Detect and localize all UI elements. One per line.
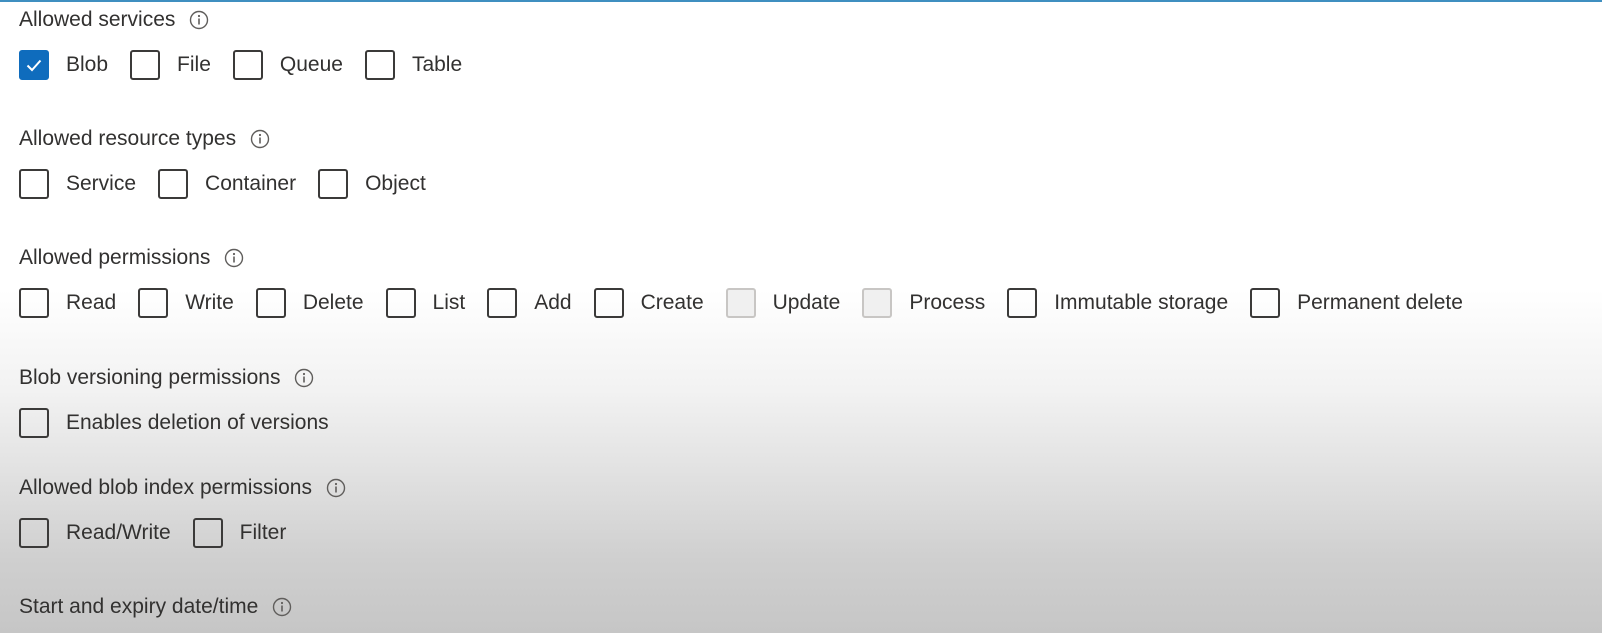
option-label: Write — [185, 291, 234, 314]
option-label: Read — [66, 291, 117, 314]
checkmark-icon — [26, 59, 42, 72]
option-enables-deletion-of-versions[interactable]: Enables deletion of versions — [19, 408, 329, 438]
option-process: Process — [862, 288, 985, 318]
option-create[interactable]: Create — [593, 288, 704, 318]
blob-versioning-permissions-section: Blob versioning permissions Enables dele… — [19, 365, 351, 440]
file-checkbox[interactable] — [130, 50, 161, 80]
section-heading-blob-versioning-permissions: Blob versioning permissions — [19, 365, 351, 391]
update-checkbox — [725, 288, 756, 318]
allowed-blob-index-permissions-section: Allowed blob index permissions Read/Writ… — [19, 475, 346, 550]
option-label: Queue — [279, 53, 343, 76]
option-label: Update — [772, 291, 841, 314]
option-label: Delete — [302, 291, 364, 314]
section-title: Blob versioning permissions — [19, 366, 281, 389]
section-title: Allowed blob index permissions — [19, 476, 312, 499]
immutable-storage-checkbox[interactable] — [1007, 288, 1038, 318]
section-heading-allowed-resource-types: Allowed resource types — [19, 126, 448, 152]
service-checkbox[interactable] — [19, 169, 49, 199]
options-allowed-services: Blob File Queue Table — [19, 48, 484, 82]
option-label: Service — [66, 172, 137, 195]
section-heading-allowed-services: Allowed services — [19, 7, 484, 33]
delete-checkbox[interactable] — [255, 288, 286, 318]
option-file[interactable]: File — [130, 50, 211, 80]
read-checkbox[interactable] — [19, 288, 49, 318]
blob-checkbox[interactable] — [19, 50, 49, 80]
option-label: List — [432, 291, 466, 314]
enables-deletion-of-versions-checkbox[interactable] — [19, 408, 49, 438]
option-read[interactable]: Read — [19, 288, 116, 318]
option-permanent-delete[interactable]: Permanent delete — [1250, 288, 1463, 318]
info-icon[interactable] — [224, 248, 244, 268]
section-title: Allowed services — [19, 8, 176, 31]
list-checkbox[interactable] — [385, 288, 416, 318]
options-blob-versioning-permissions: Enables deletion of versions — [19, 406, 351, 440]
option-list[interactable]: List — [385, 288, 466, 318]
option-label: Blob — [66, 53, 109, 76]
section-heading-allowed-permissions: Allowed permissions — [19, 245, 1463, 271]
option-write[interactable]: Write — [138, 288, 234, 318]
write-checkbox[interactable] — [138, 288, 169, 318]
read-write-checkbox[interactable] — [19, 518, 49, 548]
option-read-write[interactable]: Read/Write — [19, 518, 171, 548]
info-icon[interactable] — [189, 10, 209, 30]
option-label: Enables deletion of versions — [66, 411, 329, 434]
allowed-services-section: Allowed services Blob File Queue Table — [19, 7, 484, 82]
top-border-line — [0, 0, 1602, 2]
allowed-permissions-section: Allowed permissions Read Write Delete Li… — [19, 245, 1463, 320]
option-label: Object — [365, 172, 426, 195]
option-blob[interactable]: Blob — [19, 50, 108, 80]
allowed-resource-types-section: Allowed resource types Service Container… — [19, 126, 448, 201]
option-label: Permanent delete — [1297, 291, 1463, 314]
option-immutable-storage[interactable]: Immutable storage — [1007, 288, 1228, 318]
section-heading-start-and-expiry: Start and expiry date/time — [19, 594, 292, 620]
add-checkbox[interactable] — [487, 288, 518, 318]
option-label: File — [177, 53, 211, 76]
options-allowed-blob-index-permissions: Read/Write Filter — [19, 516, 346, 550]
info-icon[interactable] — [250, 129, 270, 149]
option-update: Update — [725, 288, 841, 318]
option-label: Immutable storage — [1054, 291, 1229, 314]
option-add[interactable]: Add — [487, 288, 572, 318]
option-label: Read/Write — [66, 521, 171, 544]
info-icon[interactable] — [272, 597, 292, 617]
container-checkbox[interactable] — [158, 169, 189, 199]
create-checkbox[interactable] — [593, 288, 624, 318]
section-title: Start and expiry date/time — [19, 595, 259, 618]
option-label: Filter — [239, 521, 287, 544]
option-service[interactable]: Service — [19, 169, 136, 199]
table-checkbox[interactable] — [364, 50, 395, 80]
start-and-expiry-section: Start and expiry date/time — [19, 594, 292, 620]
permanent-delete-checkbox[interactable] — [1250, 288, 1281, 318]
option-queue[interactable]: Queue — [232, 50, 343, 80]
option-label: Create — [640, 291, 704, 314]
section-title: Allowed permissions — [19, 246, 211, 269]
option-filter[interactable]: Filter — [192, 518, 287, 548]
queue-checkbox[interactable] — [232, 50, 263, 80]
options-allowed-permissions: Read Write Delete List Add Create Update — [19, 286, 1463, 320]
option-label: Add — [534, 291, 572, 314]
option-object[interactable]: Object — [318, 169, 426, 199]
filter-checkbox[interactable] — [192, 518, 223, 548]
info-icon[interactable] — [294, 368, 314, 388]
section-title: Allowed resource types — [19, 127, 237, 150]
option-label: Table — [411, 53, 463, 76]
option-delete[interactable]: Delete — [255, 288, 364, 318]
object-checkbox[interactable] — [318, 169, 349, 199]
info-icon[interactable] — [326, 478, 346, 498]
option-table[interactable]: Table — [364, 50, 463, 80]
section-heading-allowed-blob-index-permissions: Allowed blob index permissions — [19, 475, 346, 501]
process-checkbox — [862, 288, 893, 318]
option-container[interactable]: Container — [158, 169, 296, 199]
option-label: Process — [909, 291, 986, 314]
option-label: Container — [205, 172, 297, 195]
options-allowed-resource-types: Service Container Object — [19, 167, 448, 201]
